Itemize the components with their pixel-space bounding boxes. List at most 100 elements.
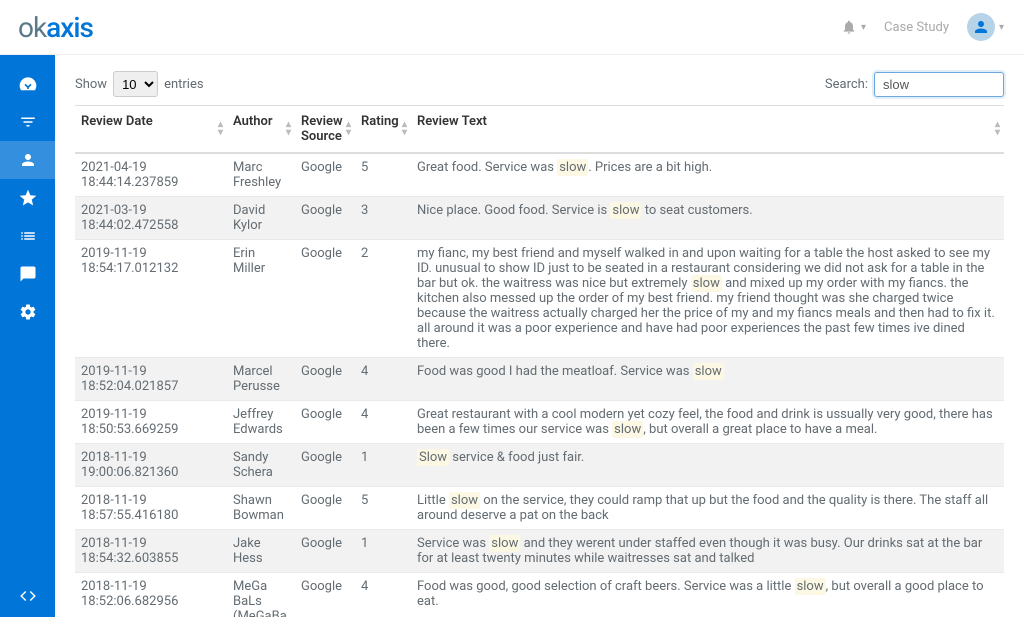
- cell-source: Google: [295, 487, 355, 530]
- cell-author: Jeffrey Edwards: [227, 401, 295, 444]
- chevron-down-icon: ▾: [999, 22, 1004, 33]
- table-row: 2019-11-19 18:54:17.012132Erin MillerGoo…: [75, 240, 1004, 358]
- col-review-source[interactable]: Review Source▴▾: [295, 106, 355, 154]
- gear-icon: [19, 303, 37, 321]
- cell-rating: 5: [355, 153, 411, 197]
- cell-source: Google: [295, 401, 355, 444]
- brand-logo[interactable]: okaxis: [18, 11, 93, 44]
- sort-icon: ▴▾: [346, 121, 351, 137]
- cell-date: 2021-03-19 18:44:02.472558: [75, 197, 227, 240]
- show-label-after: entries: [164, 77, 204, 92]
- sidebar-item-star[interactable]: [0, 179, 55, 217]
- show-label-before: Show: [75, 77, 107, 92]
- sort-icon: ▴▾: [402, 121, 407, 137]
- main-content: Show 10 entries Search: Review Date▴▾ Au…: [55, 55, 1024, 617]
- bell-icon: [841, 19, 857, 35]
- cell-rating: 3: [355, 197, 411, 240]
- cell-author: Shawn Bowman: [227, 487, 295, 530]
- cell-source: Google: [295, 444, 355, 487]
- user-menu[interactable]: ▾: [967, 13, 1004, 41]
- table-row: 2021-03-19 18:44:02.472558David KylorGoo…: [75, 197, 1004, 240]
- sidebar-item-settings[interactable]: [0, 293, 55, 331]
- sort-icon: ▴▾: [218, 121, 223, 137]
- search-label: Search:: [825, 77, 868, 92]
- cell-date: 2019-11-19 18:52:04.021857: [75, 358, 227, 401]
- cell-rating: 4: [355, 358, 411, 401]
- cell-author: Marc Freshley: [227, 153, 295, 197]
- sidebar-item-person[interactable]: [0, 141, 55, 179]
- cell-author: MeGa BaLs (MeGaBaLs): [227, 573, 295, 617]
- cell-source: Google: [295, 240, 355, 358]
- cell-text: Little slow on the service, they could r…: [411, 487, 1004, 530]
- brand-axis: axis: [46, 11, 93, 44]
- cell-author: Jake Hess: [227, 530, 295, 573]
- col-review-text[interactable]: Review Text▴▾: [411, 106, 1004, 154]
- sidebar-item-filter[interactable]: [0, 103, 55, 141]
- cell-date: 2018-11-19 18:52:06.682956: [75, 573, 227, 617]
- gauge-icon: [18, 74, 38, 94]
- table-row: 2018-11-19 18:57:55.416180Shawn BowmanGo…: [75, 487, 1004, 530]
- cell-text: Slow service & food just fair.: [411, 444, 1004, 487]
- cell-rating: 2: [355, 240, 411, 358]
- sidebar-toggle[interactable]: [0, 587, 55, 605]
- search-input[interactable]: [874, 72, 1004, 97]
- cell-text: Food was good I had the meatloaf. Servic…: [411, 358, 1004, 401]
- cell-source: Google: [295, 197, 355, 240]
- table-row: 2018-11-19 18:54:32.603855Jake HessGoogl…: [75, 530, 1004, 573]
- sort-icon: ▴▾: [995, 121, 1000, 137]
- sidebar-item-chat[interactable]: [0, 255, 55, 293]
- code-icon: [19, 587, 37, 605]
- table-row: 2019-11-19 18:50:53.669259Jeffrey Edward…: [75, 401, 1004, 444]
- cell-rating: 4: [355, 573, 411, 617]
- table-controls: Show 10 entries Search:: [75, 71, 1004, 97]
- cell-author: Erin Miller: [227, 240, 295, 358]
- entries-selector: Show 10 entries: [75, 71, 204, 97]
- funnel-icon: [19, 113, 37, 131]
- table-row: 2019-11-19 18:52:04.021857Marcel Perusse…: [75, 358, 1004, 401]
- table-row: 2021-04-19 18:44:14.237859Marc FreshleyG…: [75, 153, 1004, 197]
- chat-icon: [19, 265, 37, 283]
- person-icon: [972, 18, 990, 36]
- cell-date: 2018-11-19 18:57:55.416180: [75, 487, 227, 530]
- table-row: 2018-11-19 18:52:06.682956MeGa BaLs (MeG…: [75, 573, 1004, 617]
- cell-source: Google: [295, 573, 355, 617]
- col-author[interactable]: Author▴▾: [227, 106, 295, 154]
- user-label[interactable]: Case Study: [884, 20, 949, 35]
- star-icon: [18, 188, 38, 208]
- reviews-table: Review Date▴▾ Author▴▾ Review Source▴▾ R…: [75, 105, 1004, 617]
- cell-source: Google: [295, 153, 355, 197]
- cell-rating: 5: [355, 487, 411, 530]
- cell-date: 2019-11-19 18:50:53.669259: [75, 401, 227, 444]
- list-icon: [19, 227, 37, 245]
- cell-date: 2018-11-19 19:00:06.821360: [75, 444, 227, 487]
- cell-date: 2019-11-19 18:54:17.012132: [75, 240, 227, 358]
- cell-text: Nice place. Good food. Service is slow t…: [411, 197, 1004, 240]
- cell-text: Great restaurant with a cool modern yet …: [411, 401, 1004, 444]
- table-header-row: Review Date▴▾ Author▴▾ Review Source▴▾ R…: [75, 106, 1004, 154]
- sort-icon: ▴▾: [286, 121, 291, 137]
- entries-select[interactable]: 10: [113, 71, 158, 97]
- col-rating[interactable]: Rating▴▾: [355, 106, 411, 154]
- cell-text: Food was good, good selection of craft b…: [411, 573, 1004, 617]
- notifications-button[interactable]: ▾: [841, 19, 866, 35]
- sidebar-item-dashboard[interactable]: [0, 65, 55, 103]
- cell-rating: 4: [355, 401, 411, 444]
- table-row: 2018-11-19 19:00:06.821360Sandy ScheraGo…: [75, 444, 1004, 487]
- sidebar: [0, 55, 55, 617]
- col-review-date[interactable]: Review Date▴▾: [75, 106, 227, 154]
- cell-date: 2021-04-19 18:44:14.237859: [75, 153, 227, 197]
- cell-author: David Kylor: [227, 197, 295, 240]
- avatar: [967, 13, 995, 41]
- cell-date: 2018-11-19 18:54:32.603855: [75, 530, 227, 573]
- cell-author: Sandy Schera: [227, 444, 295, 487]
- cell-rating: 1: [355, 444, 411, 487]
- cell-source: Google: [295, 358, 355, 401]
- cell-text: my fianc, my best friend and myself walk…: [411, 240, 1004, 358]
- top-header: okaxis ▾ Case Study ▾: [0, 0, 1024, 55]
- cell-text: Service was slow and they werent under s…: [411, 530, 1004, 573]
- brand-ok: ok: [18, 11, 46, 44]
- sidebar-item-list[interactable]: [0, 217, 55, 255]
- person-icon: [19, 151, 37, 169]
- chevron-down-icon: ▾: [861, 22, 866, 33]
- cell-source: Google: [295, 530, 355, 573]
